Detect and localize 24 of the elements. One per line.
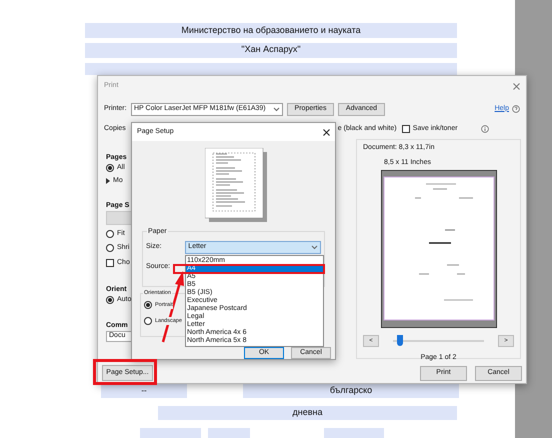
form-field [140,428,201,438]
highlight-frame [93,359,157,385]
form-field: българско [243,384,459,398]
form-field: "Хан Аспарух" [85,42,457,58]
radio-button[interactable] [144,317,152,325]
chevron-down-icon [311,244,318,250]
radio-button[interactable] [144,301,152,309]
radio-button[interactable] [106,296,114,304]
close-icon[interactable] [323,128,330,136]
radio-button[interactable] [106,230,114,238]
form-field: -- [101,384,187,398]
page-slider-thumb[interactable] [396,335,403,346]
form-field: дневна [158,406,457,420]
checkbox[interactable] [402,125,410,133]
chevron-down-icon [273,106,280,112]
form-field [208,428,250,438]
expand-arrow-icon[interactable] [106,178,110,184]
checkbox[interactable] [106,259,114,267]
radio-button[interactable] [106,164,114,172]
form-field: Министерство на образованието и науката [85,22,457,38]
radio-button[interactable] [106,244,114,252]
form-field [324,428,384,438]
info-icon[interactable] [480,125,489,133]
help-icon[interactable] [512,105,520,113]
